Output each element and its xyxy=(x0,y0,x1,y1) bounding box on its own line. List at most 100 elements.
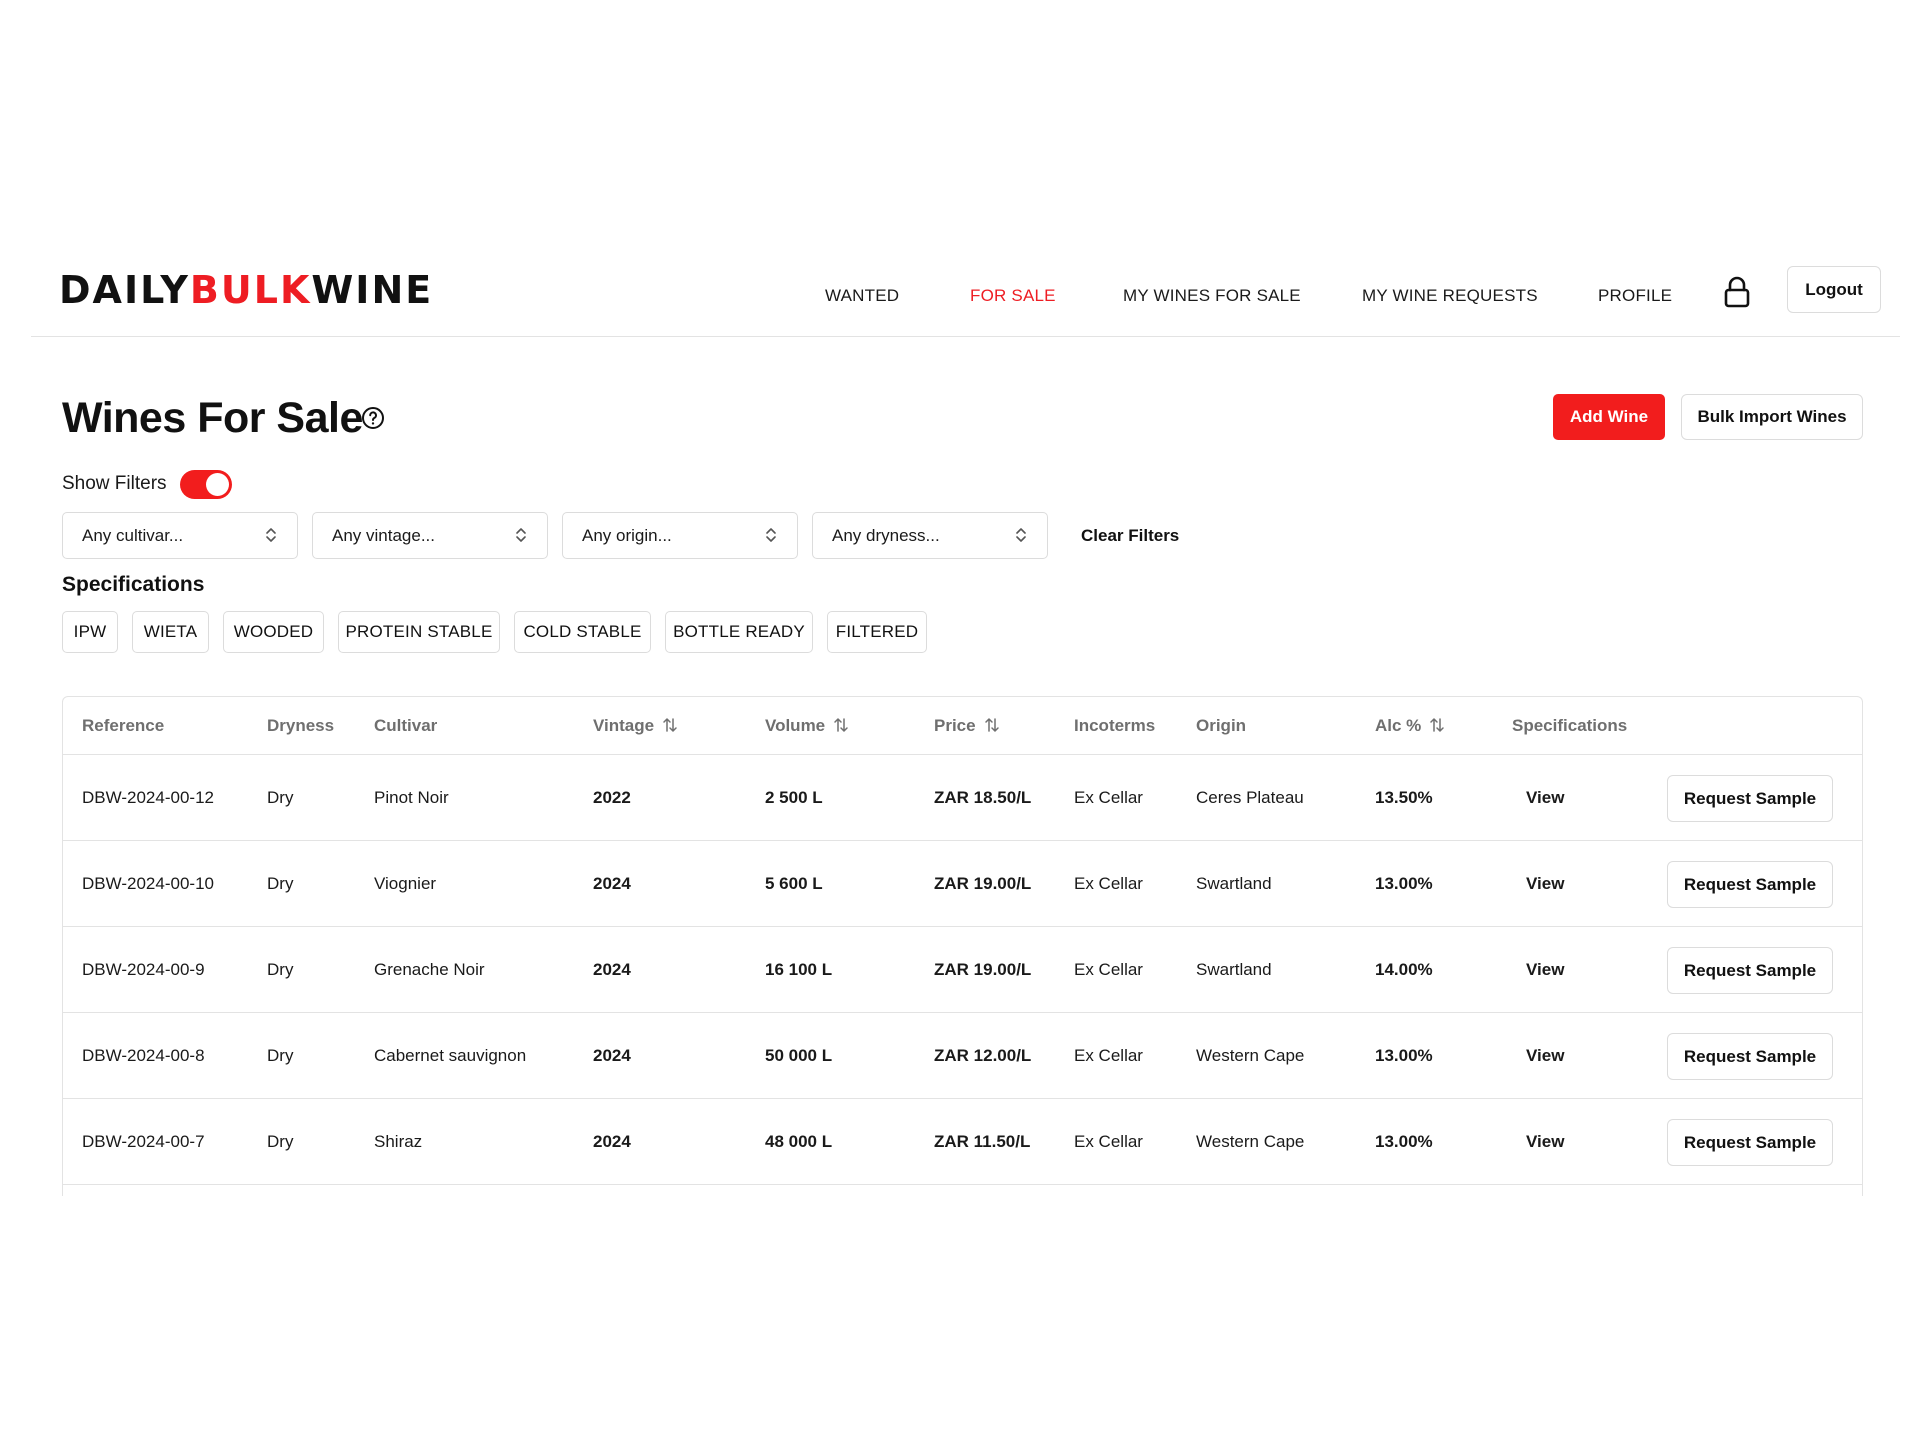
cell-dryness: Dry xyxy=(267,960,294,979)
cell-incoterms: Ex Cellar xyxy=(1074,1046,1143,1065)
cell-vintage: 2024 xyxy=(593,1046,631,1065)
col-incoterms-label: Incoterms xyxy=(1074,716,1156,735)
cell-volume: 16 100 L xyxy=(765,960,833,979)
spec-chip-cold-stable[interactable]: COLD STABLE xyxy=(514,611,651,653)
view-specifications-link[interactable]: View xyxy=(1526,841,1564,927)
request-sample-button[interactable]: Request Sample xyxy=(1667,861,1833,908)
col-dryness-label: Dryness xyxy=(267,716,335,735)
brand-logo[interactable]: DAILYBULKWINE xyxy=(59,268,433,312)
nav-my-wines-for-sale[interactable]: MY WINES FOR SALE xyxy=(1123,276,1301,316)
cell-volume: 48 000 L xyxy=(765,1132,833,1151)
cell-alc: 13.00% xyxy=(1375,1046,1433,1065)
cell-reference: DBW-2024-00-7 xyxy=(82,1132,205,1151)
table-row: DBW-2024-00-8 Dry Cabernet sauvignon 202… xyxy=(63,1013,1862,1099)
cell-origin: Ceres Plateau xyxy=(1196,788,1304,807)
cell-price: ZAR 11.50/L xyxy=(934,1132,1031,1151)
cell-vintage: 2024 xyxy=(593,960,631,979)
col-incoterms: Incoterms xyxy=(1074,697,1155,755)
cell-reference: DBW-2024-00-10 xyxy=(82,874,214,893)
add-wine-button[interactable]: Add Wine xyxy=(1553,394,1665,440)
cell-incoterms: Ex Cellar xyxy=(1074,1132,1143,1151)
spec-chip-protein-stable[interactable]: PROTEIN STABLE xyxy=(338,611,500,653)
origin-select-value: Any origin... xyxy=(582,526,672,545)
col-reference: Reference xyxy=(82,697,164,755)
col-price[interactable]: Price xyxy=(934,697,1000,755)
cell-price: ZAR 19.00/L xyxy=(934,960,1032,979)
spec-chip-wooded[interactable]: WOODED xyxy=(223,611,324,653)
sort-icon xyxy=(663,718,677,732)
cell-cultivar: Cabernet sauvignon xyxy=(374,1046,527,1065)
chevron-up-down-icon xyxy=(266,528,276,542)
cultivar-select[interactable]: Any cultivar... xyxy=(62,512,298,559)
cell-cultivar: Grenache Noir xyxy=(374,960,485,979)
bulk-import-wines-button[interactable]: Bulk Import Wines xyxy=(1681,394,1863,440)
view-specifications-link[interactable]: View xyxy=(1526,755,1564,841)
view-specifications-link[interactable]: View xyxy=(1526,927,1564,1013)
origin-select[interactable]: Any origin... xyxy=(562,512,798,559)
cell-dryness: Dry xyxy=(267,788,294,807)
col-alc[interactable]: Alc % xyxy=(1375,697,1445,755)
col-origin-label: Origin xyxy=(1196,716,1247,735)
col-specifications: Specifications xyxy=(1512,697,1627,755)
request-sample-button[interactable]: Request Sample xyxy=(1667,1033,1833,1080)
cell-origin: Western Cape xyxy=(1196,1132,1305,1151)
request-sample-button[interactable]: Request Sample xyxy=(1667,775,1833,822)
cell-cultivar: Pinot Noir xyxy=(374,788,449,807)
spec-chip-filtered[interactable]: FILTERED xyxy=(827,611,927,653)
view-specifications-link[interactable]: View xyxy=(1526,1099,1564,1185)
show-filters-toggle[interactable] xyxy=(180,470,232,499)
table-header: Reference Dryness Cultivar Vintage Volum… xyxy=(63,697,1862,755)
sort-icon xyxy=(1430,718,1445,732)
vintage-select[interactable]: Any vintage... xyxy=(312,512,548,559)
cell-volume: 2 500 L xyxy=(765,788,823,807)
col-specifications-label: Specifications xyxy=(1512,716,1628,735)
cell-reference: DBW-2024-00-8 xyxy=(82,1046,205,1065)
view-specifications-link[interactable]: View xyxy=(1526,1013,1564,1099)
logout-button[interactable]: Logout xyxy=(1787,266,1881,313)
specifications-title: Specifications xyxy=(62,573,205,596)
lock-icon[interactable] xyxy=(1724,276,1750,308)
dryness-select-value: Any dryness... xyxy=(832,526,940,545)
cell-reference: DBW-2024-00-12 xyxy=(82,788,214,807)
vintage-select-value: Any vintage... xyxy=(332,526,436,545)
spec-chip-ipw[interactable]: IPW xyxy=(62,611,118,653)
sort-icon xyxy=(834,718,848,732)
cell-price: ZAR 19.00/L xyxy=(934,874,1032,893)
cell-cultivar: Viognier xyxy=(374,874,437,893)
col-alc-label: Alc % xyxy=(1375,716,1422,735)
wines-table: Reference Dryness Cultivar Vintage Volum… xyxy=(62,696,1863,1196)
nav-profile[interactable]: PROFILE xyxy=(1598,276,1672,316)
cell-vintage: 2024 xyxy=(593,874,631,893)
cell-alc: 13.00% xyxy=(1375,874,1433,893)
dryness-select[interactable]: Any dryness... xyxy=(812,512,1048,559)
col-volume-label: Volume xyxy=(765,716,826,735)
col-cultivar-label: Cultivar xyxy=(374,716,438,735)
cell-volume: 5 600 L xyxy=(765,874,823,893)
col-cultivar: Cultivar xyxy=(374,697,437,755)
table-row: DBW-2024-00-10 Dry Viognier 2024 5 600 L… xyxy=(63,841,1862,927)
clear-filters-button[interactable]: Clear Filters xyxy=(1081,524,1179,548)
col-vintage[interactable]: Vintage xyxy=(593,697,678,755)
spec-chip-bottle-ready[interactable]: BOTTLE READY xyxy=(665,611,813,653)
help-circle-icon[interactable] xyxy=(361,406,385,430)
cell-reference: DBW-2024-00-9 xyxy=(82,960,205,979)
page-title: Wines For Sale xyxy=(62,394,363,442)
nav-wanted[interactable]: WANTED xyxy=(825,276,899,316)
table-row: DBW-2024-00-12 Dry Pinot Noir 2022 2 500… xyxy=(63,755,1862,841)
table-row: DBW-2024-00-7 Dry Shiraz 2024 48 000 L Z… xyxy=(63,1099,1862,1185)
col-reference-label: Reference xyxy=(82,716,165,735)
cell-incoterms: Ex Cellar xyxy=(1074,960,1143,979)
cell-origin: Western Cape xyxy=(1196,1046,1305,1065)
cell-alc: 14.00% xyxy=(1375,960,1433,979)
request-sample-button[interactable]: Request Sample xyxy=(1667,1119,1833,1166)
cell-origin: Swartland xyxy=(1196,874,1272,893)
request-sample-button[interactable]: Request Sample xyxy=(1667,947,1833,994)
col-price-label: Price xyxy=(934,716,976,735)
nav-for-sale[interactable]: FOR SALE xyxy=(970,276,1056,316)
col-volume[interactable]: Volume xyxy=(765,697,849,755)
chevron-up-down-icon xyxy=(1016,528,1026,542)
logo-wine: WINE xyxy=(311,268,434,312)
cell-dryness: Dry xyxy=(267,1132,294,1151)
nav-my-wine-requests[interactable]: MY WINE REQUESTS xyxy=(1362,276,1538,316)
spec-chip-wieta[interactable]: WIETA xyxy=(132,611,209,653)
